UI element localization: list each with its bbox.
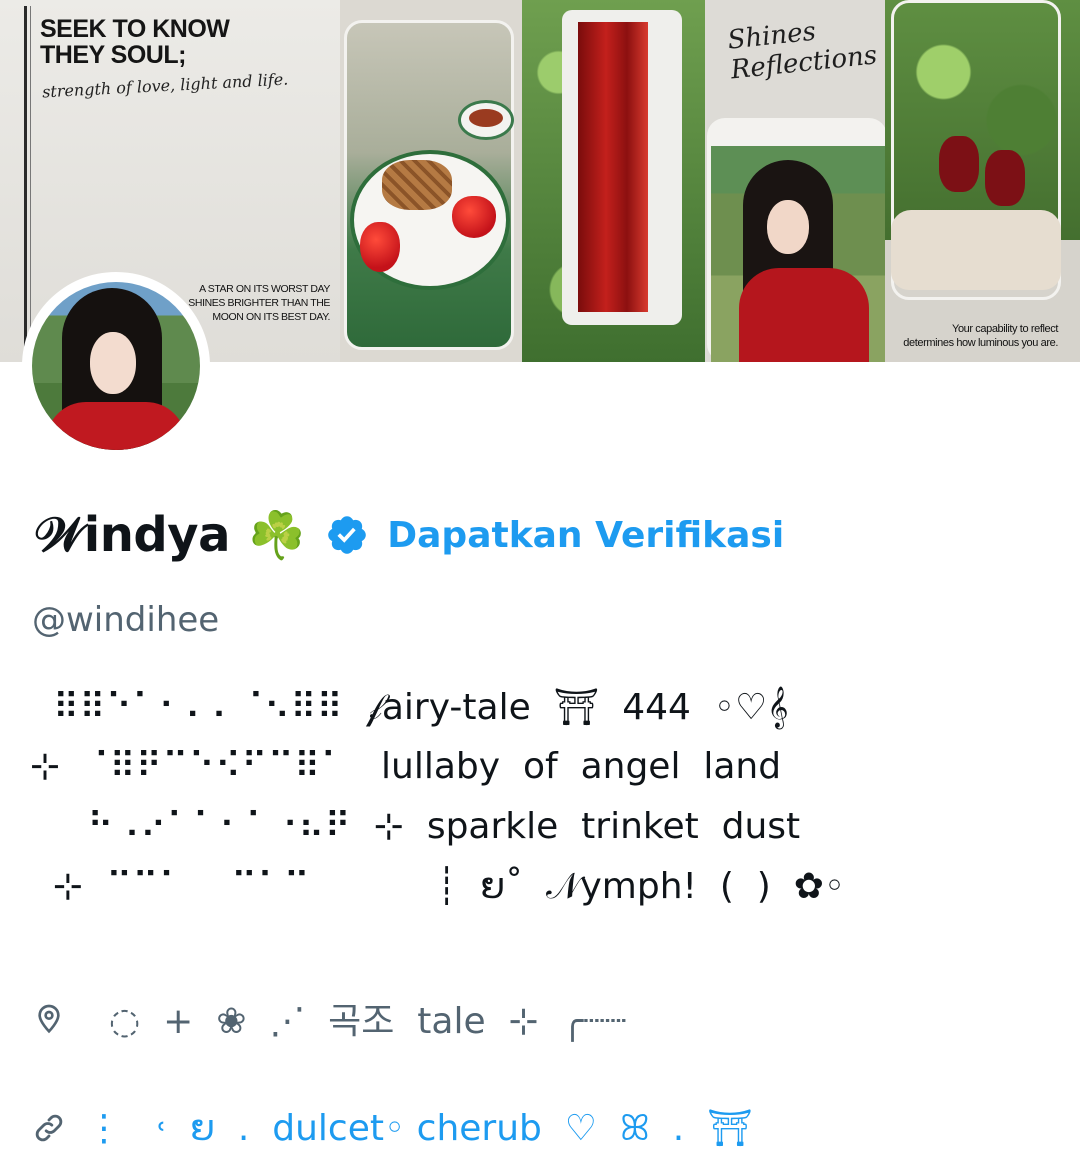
username-handle: @windihee	[32, 600, 220, 640]
bio-line-4: ⊹ ⠉⠉⠁ ⠉⠁⠉ ┊ ຍ˚ 𝒩ymph! ( ) ✿◦	[30, 866, 846, 907]
website-link[interactable]: ⋮ ˓ ຍ . dulcet◦ cherub ♡ ꕤ . ⛩	[86, 1107, 753, 1150]
bio-line-1: ⠿⠿⠑⠁⠂⠄⠄⠈⠢⠿⠿ 𝒻airy-tale ⛩ 444 ◦♡𝄞	[30, 687, 789, 728]
banner-rule	[24, 6, 27, 356]
banner-headline: SEEK TO KNOW THEY SOUL;	[40, 15, 230, 69]
avatar[interactable]	[22, 272, 210, 460]
bio-line-3: ⠓⠠⠔⠁⠁⠂⠁⠐⠦⠟ ⊹ sparkle trinket dust	[30, 806, 801, 847]
clover-emoji: ☘️	[247, 508, 306, 562]
banner-panel-portrait: Shines Reflections	[705, 0, 885, 362]
location-pin-icon	[32, 1001, 66, 1035]
banner-headline-sub: strength of love, light and life.	[41, 69, 289, 102]
link-icon	[32, 1111, 66, 1145]
red-shoe-image	[985, 150, 1025, 206]
strawberry-image	[360, 222, 400, 272]
display-name: 𝒲indya	[34, 506, 230, 563]
banner-star-quote: A STAR ON ITS WORST DAY SHINES BRIGHTER …	[188, 283, 330, 323]
teacup-image	[458, 100, 514, 140]
banner-panel-shoes: Your capability to reflect determines ho…	[885, 0, 1080, 362]
red-shoe-image	[939, 136, 979, 192]
strawberry-image	[452, 196, 496, 238]
reflect-quote-line-1: Your capability to reflect	[952, 323, 1058, 335]
avatar-coat	[46, 402, 186, 450]
skirt-image	[891, 210, 1061, 290]
banner-panel-tea	[340, 0, 522, 362]
avatar-face	[90, 332, 136, 394]
get-verified-link[interactable]: Dapatkan Verifikasi	[387, 515, 784, 556]
bio-line-2: ⊹ ⠈⠿⠟⠉⠑⠪⠋⠉⠿⠁ lullaby of angel land	[30, 746, 782, 787]
verified-badge-icon[interactable]	[325, 513, 369, 557]
location-row: ◌ + ❀ ⋰ 곡조 tale ⊹ ╭┈┈	[32, 988, 627, 1048]
banner-shines-title: Shines Reflections	[726, 10, 878, 86]
portrait-face	[767, 200, 809, 254]
name-row: 𝒲indya ☘️ Dapatkan Verifikasi	[34, 500, 784, 570]
banner-reflect-quote: Your capability to reflect determines ho…	[903, 322, 1058, 350]
avatar-image	[32, 282, 200, 450]
red-glass-image	[578, 22, 648, 312]
reflect-quote-line-2: determines how luminous you are.	[903, 337, 1058, 349]
portrait-coat	[739, 268, 869, 362]
website-row: ⋮ ˓ ຍ . dulcet◦ cherub ♡ ꕤ . ⛩	[32, 1098, 753, 1158]
banner-rule-thin	[30, 6, 31, 356]
waffle-image	[382, 160, 452, 210]
location-text: ◌ + ❀ ⋰ 곡조 tale ⊹ ╭┈┈	[86, 1001, 627, 1042]
banner-panel-window	[522, 0, 705, 362]
